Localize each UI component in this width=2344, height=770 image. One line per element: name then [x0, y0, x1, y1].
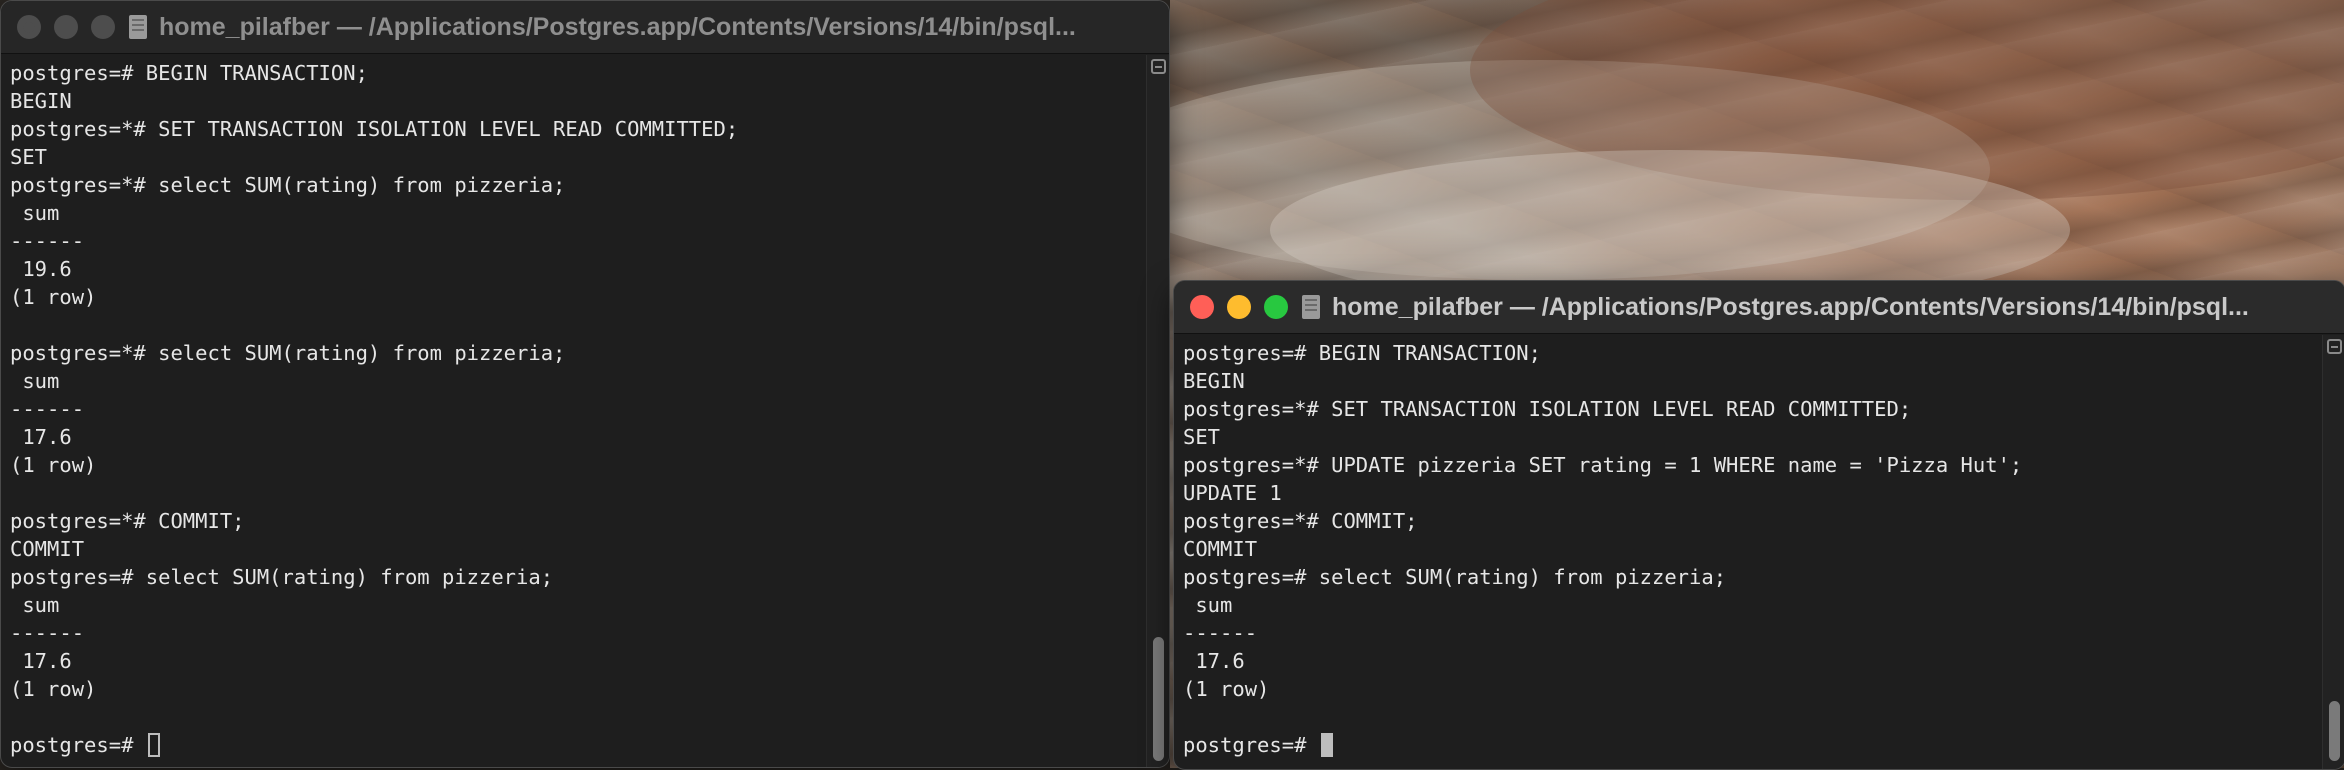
terminal-window-left[interactable]: ● home_pilafber — /Applications/Postgres…: [0, 0, 1170, 768]
scroll-view-toggle-icon[interactable]: [1151, 59, 1166, 74]
prompt: postgres=#: [1183, 733, 1319, 757]
terminal-line: (1 row): [10, 453, 97, 477]
terminal-line: BEGIN: [10, 89, 72, 113]
text-cursor: [1320, 733, 1333, 757]
terminal-line: postgres=# select SUM(rating) from pizze…: [1183, 565, 1727, 589]
terminal-line: SET: [1183, 425, 1221, 449]
prompt-line[interactable]: postgres=#: [1183, 731, 2323, 759]
terminal-output[interactable]: postgres=# BEGIN TRANSACTION; BEGIN postgr…: [1, 55, 1147, 767]
terminal-line: ------: [1183, 621, 1258, 645]
close-icon[interactable]: [1190, 295, 1214, 319]
terminal-line: postgres=*# COMMIT;: [10, 509, 245, 533]
terminal-line: COMMIT: [1183, 537, 1258, 561]
scrollbar-thumb[interactable]: [2329, 701, 2340, 761]
terminal-document-icon: [129, 15, 147, 39]
terminal-line: (1 row): [10, 285, 97, 309]
terminal-output[interactable]: postgres=# BEGIN TRANSACTION; BEGIN postgr…: [1174, 335, 2323, 769]
terminal-line: postgres=*# SET TRANSACTION ISOLATION LE…: [10, 117, 739, 141]
terminal-line: sum: [10, 593, 60, 617]
terminal-line: (1 row): [1183, 677, 1270, 701]
terminal-line: 19.6: [10, 257, 72, 281]
title-bar[interactable]: home_pilafber — /Applications/Postgres.a…: [1174, 281, 2344, 334]
terminal-line: ------: [10, 621, 85, 645]
prompt-line[interactable]: postgres=#: [10, 731, 1147, 759]
window-title: home_pilafber — /Applications/Postgres.a…: [1332, 292, 2249, 321]
terminal-line: 17.6: [1183, 649, 1245, 673]
terminal-line: postgres=*# UPDATE pizzeria SET rating =…: [1183, 453, 2023, 477]
window-controls: ●: [1, 15, 129, 39]
terminal-line: BEGIN: [1183, 369, 1245, 393]
terminal-line: postgres=*# SET TRANSACTION ISOLATION LE…: [1183, 397, 1912, 421]
terminal-line: ------: [10, 397, 85, 421]
terminal-document-icon: [1302, 295, 1320, 319]
terminal-window-right[interactable]: home_pilafber — /Applications/Postgres.a…: [1173, 280, 2344, 770]
window-title: home_pilafber — /Applications/Postgres.a…: [159, 12, 1076, 41]
scrollbar-thumb[interactable]: [1153, 637, 1164, 761]
terminal-line: SET: [10, 145, 48, 169]
terminal-line: ------: [10, 229, 85, 253]
terminal-line: UPDATE 1: [1183, 481, 1282, 505]
terminal-line: postgres=*# COMMIT;: [1183, 509, 1418, 533]
terminal-line: 17.6: [10, 649, 72, 673]
window-controls: [1174, 295, 1302, 319]
output-lines: postgres=# BEGIN TRANSACTION; BEGIN postgr…: [1183, 339, 2323, 731]
close-icon[interactable]: ●: [17, 15, 41, 39]
terminal-line: sum: [10, 201, 60, 225]
terminal-line: sum: [10, 369, 60, 393]
output-lines: postgres=# BEGIN TRANSACTION; BEGIN postgr…: [10, 59, 1147, 731]
maximize-icon[interactable]: [1264, 295, 1288, 319]
terminal-line: 17.6: [10, 425, 72, 449]
terminal-line: postgres=# BEGIN TRANSACTION;: [1183, 341, 1541, 365]
terminal-line: postgres=# select SUM(rating) from pizze…: [10, 565, 554, 589]
text-cursor: [147, 733, 160, 757]
terminal-line: postgres=# BEGIN TRANSACTION;: [10, 61, 368, 85]
terminal-line: postgres=*# select SUM(rating) from pizz…: [10, 341, 566, 365]
terminal-line: sum: [1183, 593, 1233, 617]
prompt: postgres=#: [10, 733, 146, 757]
maximize-icon[interactable]: [91, 15, 115, 39]
terminal-line: postgres=*# select SUM(rating) from pizz…: [10, 173, 566, 197]
minimize-icon[interactable]: [54, 15, 78, 39]
terminal-line: (1 row): [10, 677, 97, 701]
terminal-line: COMMIT: [10, 537, 85, 561]
title-bar[interactable]: ● home_pilafber — /Applications/Postgres…: [1, 1, 1169, 54]
scroll-view-toggle-icon[interactable]: [2327, 339, 2342, 354]
minimize-icon[interactable]: [1227, 295, 1251, 319]
